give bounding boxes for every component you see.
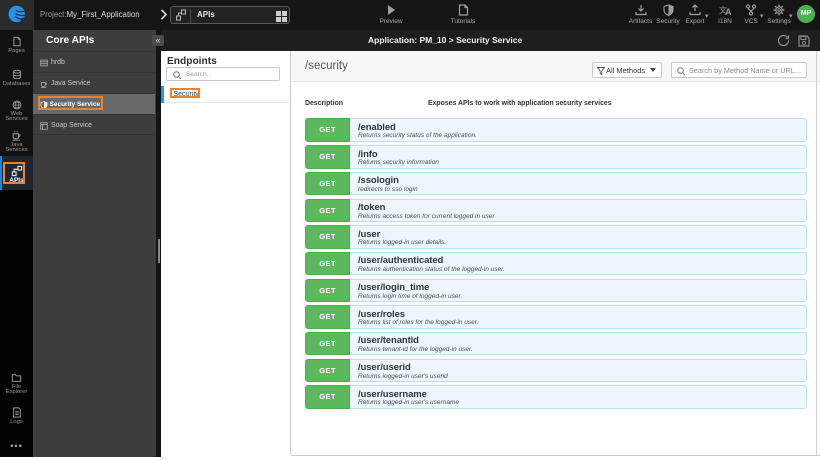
svg-text:A: A: [725, 7, 732, 16]
